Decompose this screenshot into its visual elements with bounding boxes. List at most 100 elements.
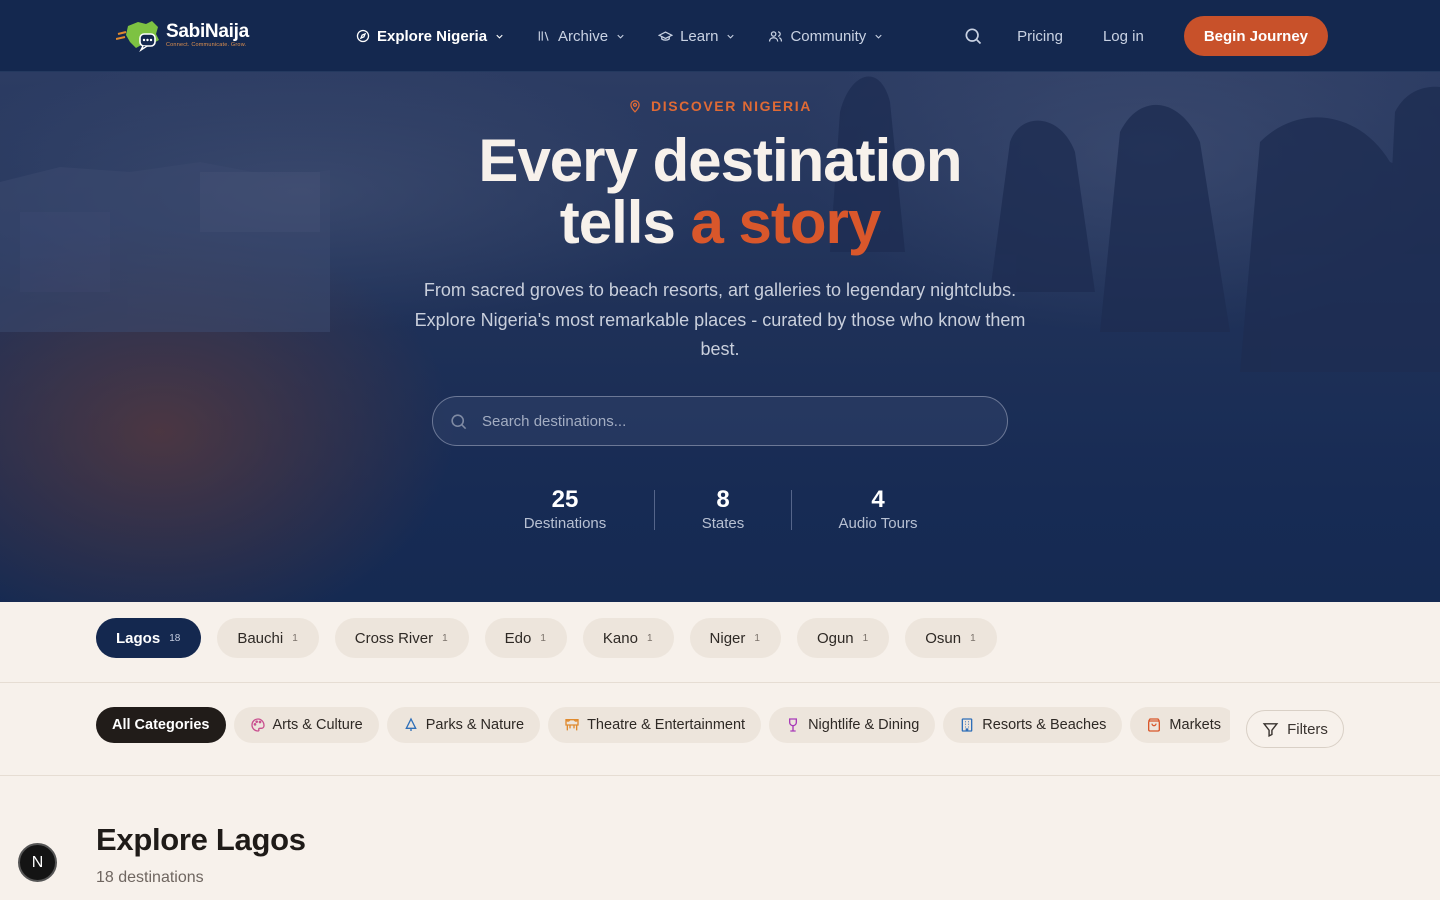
state-name: Kano (602, 629, 638, 647)
state-name: Bauchi (237, 629, 284, 647)
begin-journey-button[interactable]: Begin Journey (1183, 16, 1328, 56)
state-tabs: Lagos 18 Bauchi 1 Cross River 1 Edo 1 Kano 1 … (96, 618, 997, 658)
menu-learn-label: Learn (680, 27, 719, 45)
search-icon[interactable] (963, 26, 983, 46)
stat-value: 4 (871, 486, 885, 513)
category-label: Markets (1169, 717, 1221, 733)
state-name: Osun (925, 629, 962, 647)
state-filter-bar: Lagos 18 Bauchi 1 Cross River 1 Edo 1 Kano 1 … (0, 602, 1440, 683)
state-count: 1 (540, 632, 546, 644)
menu-community[interactable]: Community (768, 28, 884, 45)
chevron-down-icon (496, 34, 503, 39)
brand-logo[interactable]: SabiNaija Connect. Communicate. Grow. (115, 18, 249, 53)
stat-destinations: 25 Destinations (476, 486, 654, 532)
category-theatre-entertainment[interactable]: Theatre & Entertainment (548, 707, 762, 743)
menu-archive-label: Archive (558, 27, 609, 45)
destination-count: 18 destinations (96, 869, 204, 886)
theatre-icon (565, 719, 579, 731)
filters-button[interactable]: Filters (1246, 710, 1344, 748)
wine-glass-icon (789, 718, 798, 732)
headline-line-1: Every destination (478, 127, 962, 194)
category-label: Theatre & Entertainment (587, 717, 746, 733)
compass-icon (356, 29, 370, 43)
state-name: Niger (709, 629, 746, 647)
state-tab-kano[interactable]: Kano 1 (582, 618, 674, 658)
menu-explore-nigeria[interactable]: Explore Nigeria (356, 28, 505, 45)
stat-value: 8 (716, 486, 730, 513)
state-name: Ogun (816, 629, 854, 647)
hero-stats: 25 Destinations 8 States 4 Audio Tours (0, 486, 1440, 532)
state-tab-ogun[interactable]: Ogun 1 (796, 618, 890, 658)
top-navbar: SabiNaija Connect. Communicate. Grow. Ex… (0, 0, 1440, 72)
state-tab-osun[interactable]: Osun 1 (905, 618, 997, 658)
category-filter-bar: All Categories Arts & Culture Parks & Na… (0, 683, 1440, 776)
headline-accent: a story (690, 189, 881, 256)
library-icon (538, 31, 549, 41)
state-name: Cross River (354, 629, 434, 647)
state-count: 1 (970, 632, 976, 644)
section-title: Explore Lagos (96, 822, 306, 857)
dev-tools-badge[interactable]: N (18, 843, 57, 882)
state-tab-lagos[interactable]: Lagos 18 (96, 618, 202, 658)
main-menu: Explore Nigeria Archive Learn Community (356, 0, 884, 72)
nav-actions: Pricing Log in Begin Journey (963, 16, 1328, 56)
state-tab-bauchi[interactable]: Bauchi 1 (217, 618, 319, 658)
category-label: Nightlife & Dining (808, 717, 920, 733)
stat-label: States (701, 515, 745, 532)
hotel-icon (961, 718, 973, 732)
category-arts-culture[interactable]: Arts & Culture (233, 707, 379, 743)
category-label: Parks & Nature (425, 717, 525, 733)
stat-value: 25 (551, 486, 579, 513)
map-pin-icon (630, 100, 640, 113)
menu-learn[interactable]: Learn (658, 28, 736, 45)
filters-label: Filters (1287, 720, 1328, 738)
state-count: 1 (442, 632, 448, 644)
category-chips: All Categories Arts & Culture Parks & Na… (96, 707, 1230, 744)
category-parks-nature[interactable]: Parks & Nature (386, 707, 541, 743)
login-link[interactable]: Log in (1103, 28, 1144, 45)
stat-label: Destinations (523, 515, 607, 532)
pricing-link[interactable]: Pricing (1017, 28, 1063, 45)
category-markets[interactable]: Markets (1130, 707, 1230, 743)
hero-subtitle: From sacred groves to beach resorts, art… (414, 280, 1026, 359)
hero-section: DISCOVER NIGERIA Every destination tells… (0, 72, 1440, 602)
chevron-down-icon (617, 34, 624, 39)
brand-tagline: Connect. Communicate. Grow. (166, 41, 247, 48)
chevron-down-icon (875, 34, 882, 39)
category-label: Resorts & Beaches (982, 717, 1107, 733)
state-count: 1 (292, 632, 298, 644)
headline-line-2: tells (559, 189, 691, 256)
shopping-bag-icon (1148, 718, 1161, 732)
state-name: Edo (504, 629, 532, 647)
stat-audio-tours: 4 Audio Tours (792, 486, 964, 532)
users-icon (769, 30, 783, 42)
search-icon (451, 413, 467, 429)
state-count: 1 (754, 632, 760, 644)
hero-headline: Every destination tells a story (0, 130, 1440, 254)
category-nightlife-dining[interactable]: Nightlife & Dining (769, 707, 936, 743)
brand-name: SabiNaija (166, 20, 249, 42)
filter-icon (1262, 722, 1279, 737)
state-tab-edo[interactable]: Edo 1 (484, 618, 567, 658)
state-tab-niger[interactable]: Niger 1 (689, 618, 781, 658)
menu-archive[interactable]: Archive (537, 28, 626, 45)
category-label: All Categories (112, 717, 210, 733)
state-tab-cross-river[interactable]: Cross River 1 (334, 618, 469, 658)
state-count: 1 (646, 632, 653, 644)
stat-states: 8 States (655, 486, 791, 532)
state-count: 1 (862, 632, 869, 644)
hero-eyebrow: DISCOVER NIGERIA (0, 98, 1440, 114)
hero-eyebrow-text: DISCOVER NIGERIA (651, 98, 812, 114)
category-label: Arts & Culture (272, 717, 363, 733)
category-all[interactable]: All Categories (96, 707, 226, 743)
state-count: 18 (169, 632, 181, 644)
destination-search-box[interactable] (432, 396, 1008, 446)
tree-icon (405, 717, 417, 731)
destination-search-input[interactable] (482, 412, 962, 430)
stat-label: Audio Tours (838, 515, 918, 532)
category-resorts-beaches[interactable]: Resorts & Beaches (943, 707, 1123, 743)
menu-explore-nigeria-label: Explore Nigeria (377, 27, 488, 45)
nigeria-map-logo-icon (115, 18, 162, 53)
palette-icon (250, 718, 265, 732)
graduation-cap-icon (658, 30, 674, 41)
